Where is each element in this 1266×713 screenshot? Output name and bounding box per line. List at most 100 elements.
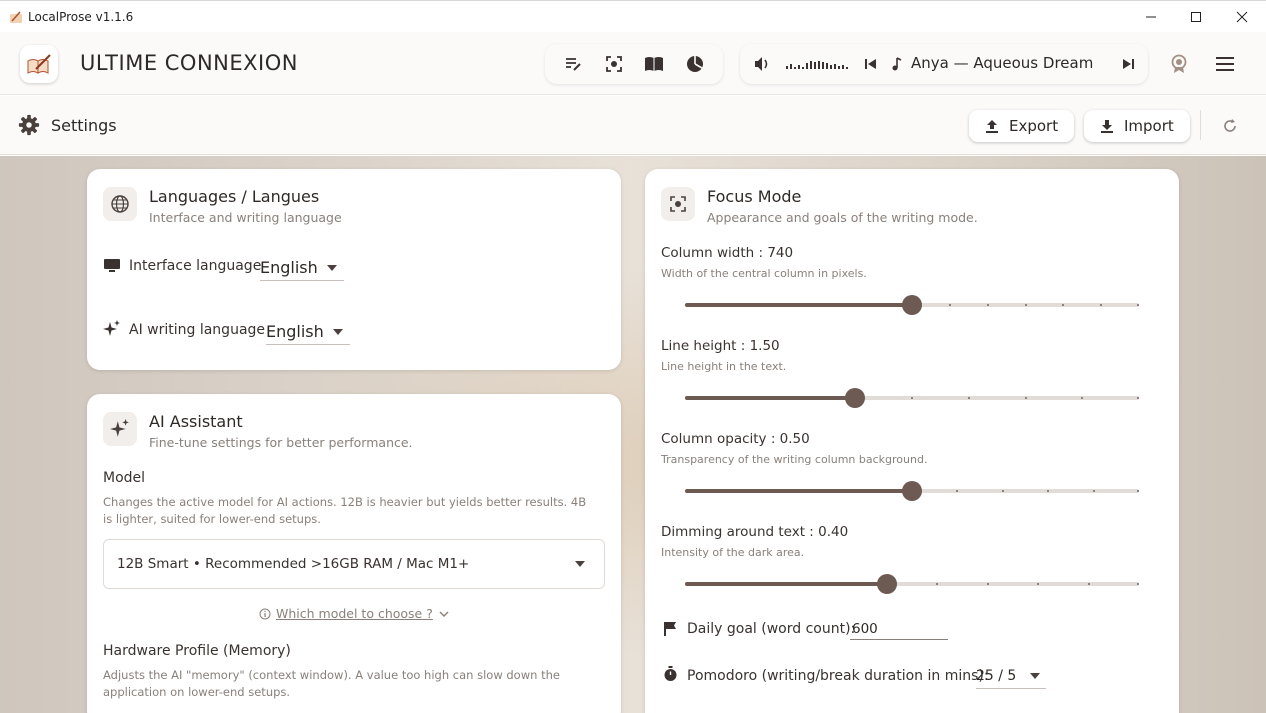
slider-tick [1062,304,1065,306]
column-opacity-slider[interactable] [685,481,1139,501]
model-select[interactable]: 12B Smart • Recommended >16GB RAM / Mac … [103,539,605,589]
ai-language-select[interactable]: English [266,319,350,345]
slider-tick [1037,583,1040,585]
interface-language-label: Interface language [129,258,262,274]
export-label: Export [1009,117,1059,135]
slider-tick [1024,397,1027,399]
chevron-down-icon [575,561,585,567]
pie-chart-icon [686,56,703,72]
open-book-icon [645,57,664,71]
slider-tick [1024,304,1027,306]
edit-notes-button[interactable] [559,50,587,78]
minimize-button[interactable] [1128,1,1174,33]
slider-tick [1087,583,1090,585]
ai-assistant-card-icon [103,412,137,446]
chevron-down-icon [333,329,343,335]
ai-language-value: English [266,322,324,341]
minimize-icon [1146,16,1156,18]
slider-thumb[interactable] [876,574,897,594]
timer-icon [664,666,677,681]
focus-mode-title: Focus Mode [707,187,802,206]
line-height-description: Line height in the text. [661,360,787,373]
slider-tick [1092,490,1095,492]
which-model-link[interactable]: Which model to choose ? [259,606,449,621]
pomodoro-select[interactable]: 25 / 5 [976,663,1046,689]
line-height-label: Line height : 1.50 [661,338,780,354]
music-note-icon [892,57,902,71]
slider-tick [1137,583,1139,585]
languages-title: Languages / Langues [149,187,320,206]
import-label: Import [1124,117,1174,135]
ai-assistant-subtitle: Fine-tune settings for better performanc… [149,435,413,450]
slider-thumb[interactable] [902,295,922,315]
upload-icon [986,120,998,133]
column-width-slider[interactable] [685,295,1139,315]
chevron-down-icon [327,265,337,271]
gear-icon [18,114,40,136]
toolbar [545,44,723,84]
refresh-icon [1224,119,1236,132]
waveform [786,56,850,76]
slider-thumb[interactable] [845,388,866,408]
app-logo[interactable] [20,45,58,83]
slider-tick [956,490,959,492]
main-menu-button[interactable] [1210,49,1240,79]
slider-tick [1001,490,1004,492]
award-icon [1171,54,1187,73]
next-track-button[interactable] [1121,56,1135,76]
page-title: Settings [51,116,117,135]
reset-button[interactable] [1219,115,1241,137]
skip-previous-icon [865,59,876,69]
languages-card-icon [103,187,137,221]
model-label: Model [103,470,146,486]
achievements-button[interactable] [1164,49,1194,79]
slider-tick [1047,490,1050,492]
interface-language-select[interactable]: English [260,255,344,281]
slider-tick [986,583,989,585]
slider-fill [685,396,856,400]
statistics-button[interactable] [681,50,709,78]
volume-button[interactable] [753,55,771,77]
music-player: Anya — Aqueous Dream [740,44,1148,84]
model-description: Changes the active model for AI actions.… [103,495,587,526]
previous-track-button[interactable] [864,56,878,76]
settings-bar: Settings Export Import [0,96,1266,155]
read-mode-button[interactable] [640,50,668,78]
window-title: LocalProse v1.1.6 [28,9,134,24]
ai-assistant-title: AI Assistant [149,412,243,431]
slider-thumb[interactable] [902,481,922,501]
slider-tick [1137,397,1139,399]
download-icon [1101,120,1113,133]
which-model-label: Which model to choose ? [276,606,433,621]
daily-goal-input[interactable]: 600 [850,618,948,640]
slider-tick [967,397,970,399]
column-width-label: Column width : 740 [661,245,794,261]
focus-mode-button[interactable] [600,50,628,78]
dimming-label: Dimming around text : 0.40 [661,524,849,540]
maximize-icon [1191,12,1201,22]
import-button[interactable]: Import [1084,110,1190,142]
brand-title: ULTIME CONNEXION [80,51,298,75]
daily-goal-label: Daily goal (word count): [687,621,856,637]
pomodoro-value: 25 / 5 [976,667,1017,684]
sparkles-icon [103,320,120,336]
window-titlebar: LocalProse v1.1.6 [0,0,1266,32]
dimming-slider[interactable] [685,574,1139,594]
monitor-icon [104,259,120,272]
close-button[interactable] [1219,1,1265,33]
focus-mode-subtitle: Appearance and goals of the writing mode… [707,210,978,225]
waveform-icon [786,61,848,69]
hardware-profile-label: Hardware Profile (Memory) [103,643,291,659]
pomodoro-label: Pomodoro (writing/break duration in mins… [687,668,989,684]
maximize-button[interactable] [1173,1,1219,33]
line-height-slider[interactable] [685,388,1139,408]
globe-icon [111,195,129,213]
slider-tick [1081,397,1084,399]
focus-mode-card: Focus Mode Appearance and goals of the w… [645,169,1179,713]
hardware-profile-description: Adjusts the AI "memory" (context window)… [103,668,560,699]
slider-fill [685,582,887,586]
volume-icon [755,57,768,71]
export-button[interactable]: Export [969,110,1075,142]
hamburger-menu-icon [1216,57,1234,71]
focus-icon [670,196,686,212]
